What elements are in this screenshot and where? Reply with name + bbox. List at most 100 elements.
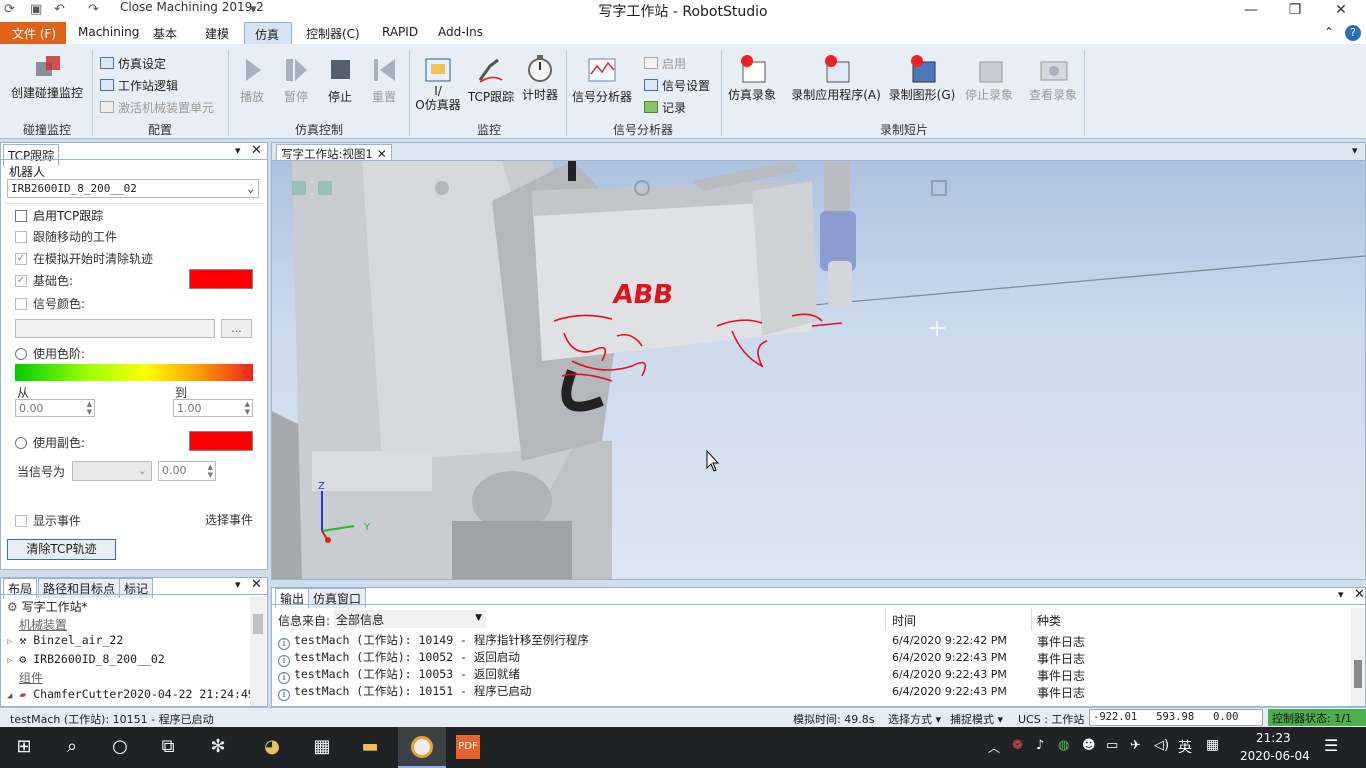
tree-item-robot[interactable]: ▷ ⚙ IRB2600ID_8_200__02 (7, 652, 165, 666)
tab-addins[interactable]: Add-Ins (434, 25, 487, 39)
cortana-icon[interactable]: ○ (108, 735, 132, 759)
windows-start-icon[interactable]: ⊞ (12, 735, 36, 759)
expand-icon[interactable]: ▷ (7, 656, 12, 666)
task-view-icon[interactable]: ⧉ (156, 735, 180, 759)
search-icon[interactable]: ⌕ (60, 735, 84, 759)
pause-button[interactable]: 暂停 (278, 56, 314, 104)
to-input[interactable]: 1.00 ▲ ▼ (173, 399, 253, 417)
select-events-link[interactable]: 选择事件 (205, 511, 253, 528)
tab-rapid[interactable]: RAPID (378, 25, 422, 39)
notification-bell-icon[interactable]: ♪ (1036, 738, 1044, 753)
sim-record-button[interactable]: 仿真录象 (724, 54, 780, 102)
calculator-icon[interactable]: ▦ (310, 735, 334, 759)
tab-simulation[interactable]: 仿真 (244, 22, 292, 44)
activate-mechanism-button[interactable]: 激活机械装置单元 (100, 99, 214, 116)
record-signal-button[interactable]: 记录 (644, 99, 686, 116)
station-node[interactable]: ⚙ 写字工作站* (7, 598, 88, 615)
log-row[interactable]: i testMach (工作站): 10053 - 返回就绪 (278, 666, 520, 684)
3d-viewport[interactable]: 写字工作站:视图1 ✕ ▾ ABB Z Y (271, 142, 1366, 580)
reset-button[interactable]: 重置 (366, 56, 402, 104)
qq-icon[interactable]: ☻ (1082, 738, 1096, 753)
expand-icon[interactable]: ▷ (7, 637, 12, 647)
log-row[interactable]: i testMach (工作站): 10151 - 程序已启动 (278, 683, 531, 701)
panel-close-icon[interactable]: ✕ (251, 143, 262, 158)
spinner-icon[interactable]: ▲ ▼ (208, 463, 213, 479)
condition-select[interactable]: ⌄ (72, 461, 152, 481)
show-events-checkbox[interactable]: 显示事件 (15, 512, 81, 529)
robotstudio-taskbar-button[interactable] (398, 727, 446, 768)
tab-viewport[interactable]: 写字工作站:视图1 ✕ (276, 144, 392, 161)
play-button[interactable]: 播放 (234, 56, 270, 104)
signal-value-input[interactable]: 0.00 ▲ ▼ (158, 461, 216, 481)
output-scrollbar[interactable] (1351, 608, 1365, 706)
keyboard-icon[interactable]: ▦ (1206, 737, 1219, 753)
ime-indicator[interactable]: 英 (1178, 737, 1192, 757)
snap-mode-dropdown[interactable]: 捕捉模式 ▾ (950, 711, 1003, 727)
viewport-menu-icon[interactable]: ▾ (1352, 144, 1358, 157)
panel-menu-icon[interactable]: ▾ (235, 578, 241, 591)
tab-modeling[interactable]: 建模 (201, 25, 233, 42)
network-icon[interactable]: ✈ (1130, 738, 1141, 753)
record-app-button[interactable]: 录制应用程序(A) (788, 54, 884, 102)
file-explorer-icon[interactable]: ▬ (358, 735, 382, 759)
base-color-swatch[interactable] (189, 269, 253, 289)
panel-menu-icon[interactable]: ▾ (1338, 588, 1344, 601)
pdf-app-icon[interactable]: PDF (456, 735, 480, 759)
timer-button[interactable]: 计时器 (518, 54, 562, 102)
tab-sim-window[interactable]: 仿真窗口 (308, 588, 367, 608)
tcp-trace-button[interactable]: TCP跟踪 (466, 56, 516, 104)
use-secondary-radio[interactable]: 使用副色: (15, 434, 85, 451)
action-center-icon[interactable]: ☰ (1324, 736, 1338, 755)
tab-layout[interactable]: 布局 (3, 578, 38, 598)
tab-file[interactable]: 文件 (F) (0, 22, 66, 44)
tab-markers[interactable]: 标记 (119, 578, 154, 598)
tab-output[interactable]: 输出 (275, 588, 310, 608)
log-row[interactable]: i testMach (工作站): 10149 - 程序指针移至例行程序 (278, 632, 589, 650)
tab-controller[interactable]: 控制器(C) (302, 25, 364, 42)
close-icon[interactable]: ✕ (377, 147, 387, 161)
signal-analyzer-button[interactable]: 信号分析器 (568, 56, 636, 104)
create-collision-button[interactable]: 创建碰撞监控 (4, 52, 90, 100)
controller-status[interactable]: 控制器状态: 1/1 (1268, 709, 1366, 726)
tree-item-chamfer[interactable]: ◢ ▰ ChamferCutter2020-04-22 21:24:49 (7, 687, 255, 701)
scrollbar-thumb[interactable] (1354, 660, 1362, 688)
signal-color-checkbox[interactable]: 信号颜色: (15, 295, 85, 312)
sim-setup-button[interactable]: 仿真设定 (100, 55, 166, 72)
minimize-icon[interactable]: — (1228, 2, 1274, 18)
paint-icon[interactable]: ◕ (260, 735, 284, 759)
close-icon[interactable]: ✕ (1318, 2, 1364, 18)
expand-icon[interactable]: ◢ (7, 691, 12, 701)
tab-paths-targets[interactable]: 路径和目标点 (38, 578, 121, 598)
record-graphics-button[interactable]: 录制图形(G) (886, 54, 958, 102)
enable-button[interactable]: 启用 (644, 55, 686, 72)
restore-icon[interactable]: ❐ (1272, 2, 1318, 18)
log-row[interactable]: i testMach (工作站): 10052 - 返回启动 (278, 649, 520, 667)
robot-select[interactable]: IRB2600ID_8_200__02 ⌄ (7, 179, 259, 198)
tray-app-icon[interactable]: ❁ (1012, 738, 1023, 753)
help-icon[interactable]: ? (1345, 25, 1361, 41)
base-color-checkbox[interactable]: ✓ 基础色: (15, 272, 73, 289)
clear-tcp-button[interactable]: 清除TCP轨迹 (7, 539, 116, 560)
select-mode-dropdown[interactable]: 选择方式 ▾ (888, 711, 941, 727)
use-gradient-radio[interactable]: 使用色阶: (15, 345, 85, 362)
tree-item-binzel[interactable]: ▷ ⚒ Binzel_air_22 (7, 633, 123, 647)
enable-tcp-checkbox[interactable]: 启用TCP跟踪 (15, 207, 103, 224)
clock-time[interactable]: 21:23 (1256, 731, 1291, 745)
wechat-icon[interactable]: ◍ (1058, 738, 1069, 753)
tab-machining[interactable]: Machining (74, 25, 143, 39)
station-logic-button[interactable]: 工作站逻辑 (100, 77, 178, 94)
pinwheel-app-icon[interactable]: ✻ (206, 735, 230, 759)
tab-basic[interactable]: 基本 (149, 25, 181, 42)
panel-close-icon[interactable]: ✕ (251, 577, 262, 592)
from-input[interactable]: 0.00 ▲ ▼ (15, 399, 95, 417)
ribbon-collapse-icon[interactable]: ⌃ (1320, 25, 1338, 39)
signal-settings-button[interactable]: 信号设置 (644, 77, 710, 94)
clock-date[interactable]: 2020-06-04 (1240, 749, 1310, 763)
signal-browse-button[interactable]: ... (221, 319, 252, 338)
view-record-button[interactable]: 查看录象 (1024, 54, 1082, 102)
source-select[interactable]: 全部信息 ▼ (334, 610, 486, 628)
volume-icon[interactable]: ◁) (1154, 738, 1169, 753)
layout-scrollbar[interactable] (250, 596, 266, 706)
panel-menu-icon[interactable]: ▾ (235, 144, 241, 157)
clear-on-start-checkbox[interactable]: ✓ 在模拟开始时清除轨迹 (15, 250, 153, 267)
